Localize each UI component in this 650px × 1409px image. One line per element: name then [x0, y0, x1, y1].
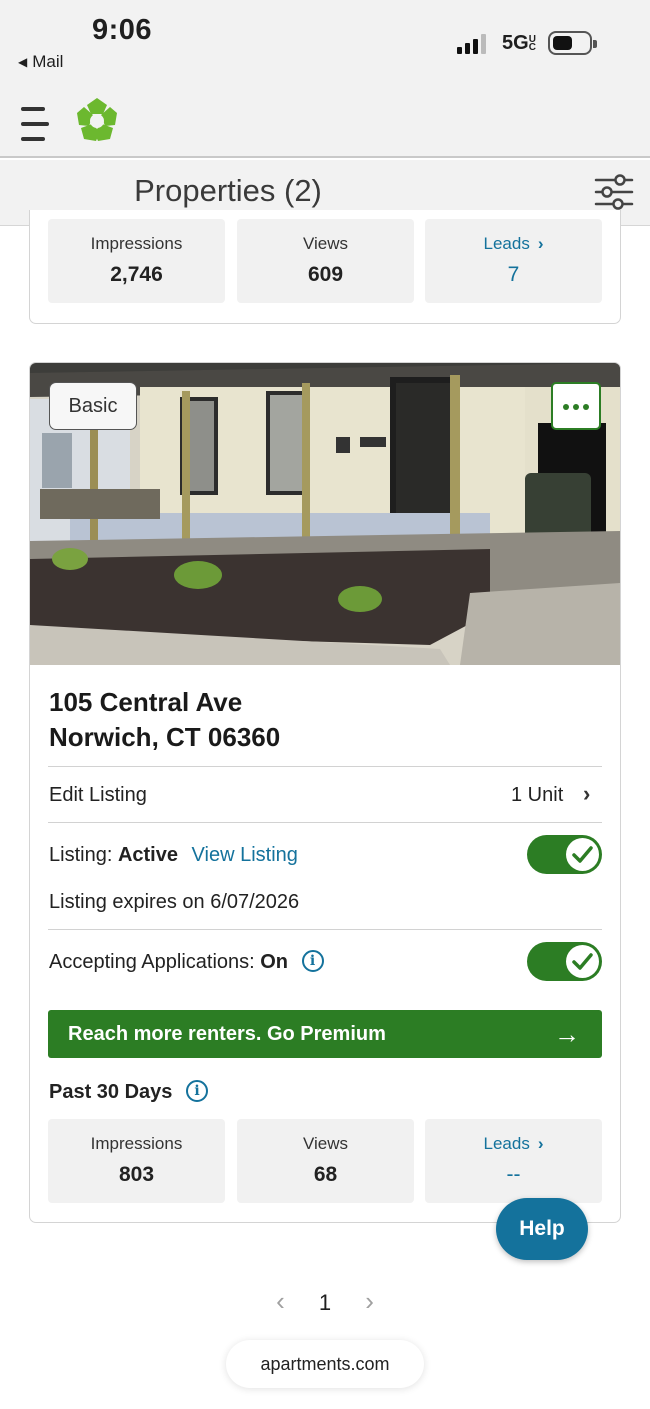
view-listing-link[interactable]: View Listing: [192, 844, 298, 866]
info-icon[interactable]: i: [301, 949, 324, 972]
page-title: Properties (2): [134, 173, 322, 208]
check-icon: [572, 953, 593, 970]
clock: 9:06: [92, 14, 153, 46]
chevron-left-icon[interactable]: ‹: [276, 1286, 285, 1317]
chevron-right-icon: ›: [537, 1134, 544, 1153]
property-photo[interactable]: Basic: [30, 363, 620, 665]
pagination: ‹ 1 ›: [0, 1286, 650, 1317]
leads-label[interactable]: Leads ›: [425, 234, 602, 254]
views-label: Views: [302, 1134, 349, 1153]
go-premium-label: Reach more renters. Go Premium: [68, 1023, 386, 1045]
go-premium-button[interactable]: Reach more renters. Go Premium →: [48, 1010, 602, 1058]
views-stat: Views 609: [237, 219, 414, 303]
chevron-right-icon[interactable]: ›: [583, 781, 590, 807]
apartments-logo[interactable]: [72, 95, 122, 145]
views-value: 68: [313, 1163, 338, 1186]
info-icon[interactable]: i: [185, 1079, 208, 1102]
leads-stat[interactable]: Leads › 7: [425, 219, 602, 303]
listing-expiry: Listing expires on 6/07/2026: [49, 891, 300, 913]
property-address: 105 Central Ave Norwich, CT 06360: [49, 685, 280, 755]
listing-status-row: Listing: Active View Listing: [49, 844, 298, 867]
impressions-label: Impressions: [90, 234, 183, 253]
listing-status: Active: [117, 844, 178, 866]
leads-value[interactable]: 7: [425, 263, 602, 287]
applications-status: On: [260, 951, 289, 973]
divider: [48, 766, 602, 767]
impressions-stat: Impressions 2,746: [48, 219, 225, 303]
impressions-value: 2,746: [110, 263, 163, 286]
edit-listing-label[interactable]: Edit Listing: [49, 784, 147, 807]
period-heading: Past 30 Days i: [49, 1079, 208, 1104]
plan-badge: Basic: [49, 382, 137, 430]
property-card-previous: Impressions 2,746 Views 609 Leads › 7: [29, 210, 621, 324]
applications-toggle[interactable]: [527, 942, 602, 981]
app-nav: [0, 90, 650, 158]
status-bar: 9:06 ◀ Mail 5GUC: [0, 0, 650, 90]
applications-row: Accepting Applications: On i: [49, 949, 324, 974]
impressions-label: Impressions: [90, 1134, 183, 1153]
check-icon: [572, 846, 593, 863]
views-value: 609: [307, 263, 344, 286]
impressions-stat: Impressions 803: [48, 1119, 225, 1203]
property-card: Basic 105 Central Ave Norwich, CT 06360 …: [29, 362, 621, 1223]
url-bar[interactable]: apartments.com: [226, 1340, 424, 1388]
sliders-icon[interactable]: [594, 174, 634, 210]
more-options-button[interactable]: [551, 382, 601, 430]
divider: [48, 822, 602, 823]
address-line-2: Norwich, CT 06360: [49, 722, 281, 752]
unit-count[interactable]: 1 Unit: [511, 784, 563, 807]
arrow-right-icon: →: [554, 1019, 580, 1049]
impressions-value: 803: [118, 1163, 155, 1186]
leads-label[interactable]: Leads ›: [425, 1134, 602, 1154]
back-to-mail[interactable]: ◀ Mail: [18, 52, 63, 72]
period-label: Past 30 Days: [49, 1081, 173, 1103]
back-arrow-icon: ◀: [18, 55, 28, 69]
signal-icon: [457, 34, 491, 54]
applications-label: Accepting Applications:: [49, 951, 255, 973]
address-line-1: 105 Central Ave: [49, 687, 243, 717]
hamburger-icon[interactable]: [21, 107, 49, 141]
back-app-label: Mail: [32, 52, 64, 71]
chevron-right-icon[interactable]: ›: [365, 1286, 374, 1317]
network-label: 5GUC: [502, 32, 536, 54]
leads-stat[interactable]: Leads › --: [425, 1119, 602, 1203]
chevron-right-icon: ›: [537, 234, 544, 253]
listing-active-toggle[interactable]: [527, 835, 602, 874]
views-stat: Views 68: [237, 1119, 414, 1203]
divider: [48, 929, 602, 930]
current-page[interactable]: 1: [319, 1290, 331, 1316]
listing-label: Listing:: [49, 844, 113, 866]
leads-value[interactable]: --: [425, 1163, 602, 1187]
battery-icon: [548, 31, 597, 55]
views-label: Views: [302, 234, 349, 253]
help-button[interactable]: Help: [496, 1198, 588, 1260]
